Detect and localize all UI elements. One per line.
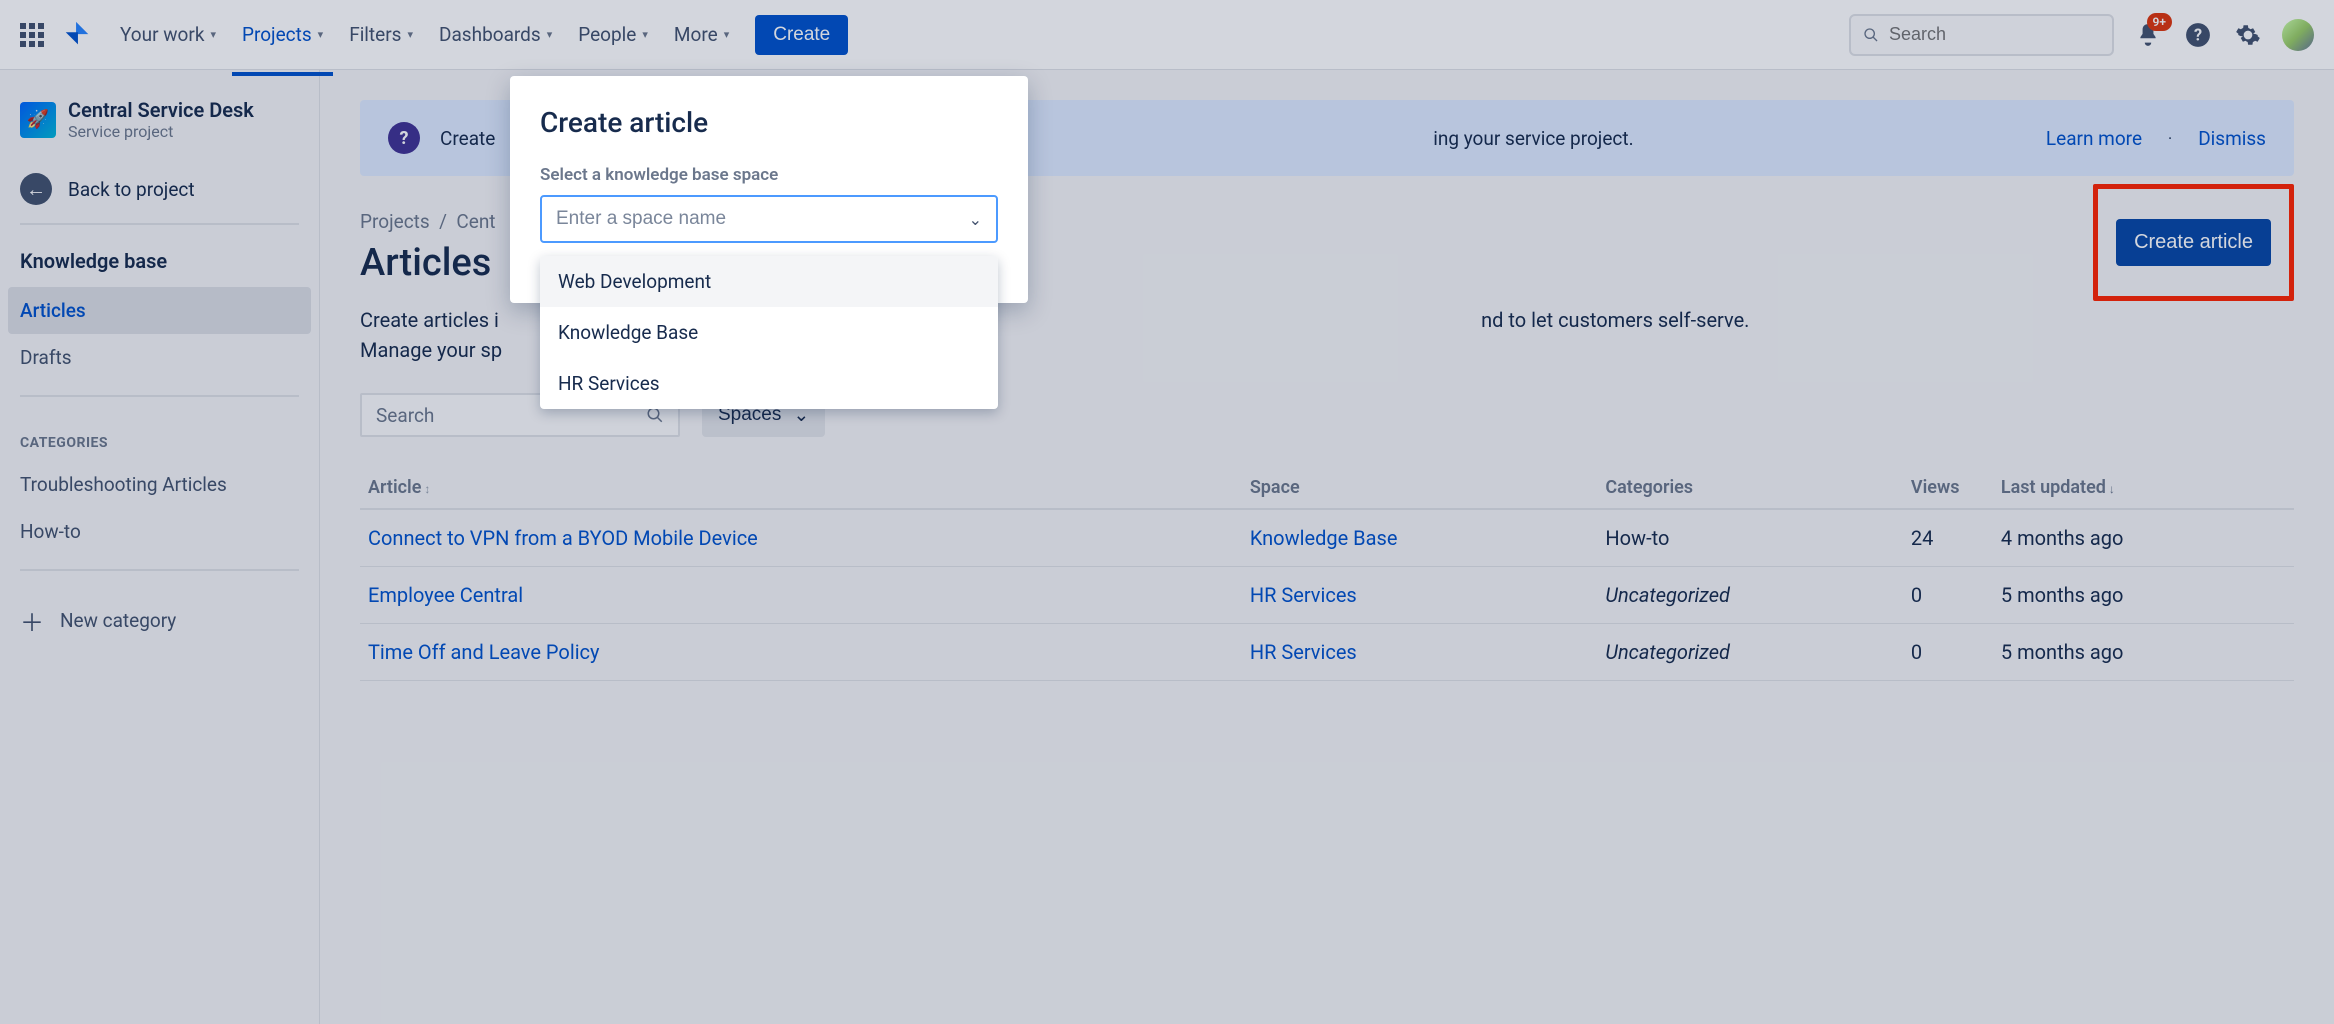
space-input[interactable] [556, 208, 969, 230]
space-dropdown: Web Development Knowledge Base HR Servic… [540, 256, 998, 409]
space-option[interactable]: HR Services [540, 358, 998, 409]
modal-scrim[interactable] [0, 0, 2334, 1024]
modal-title: Create article [540, 106, 998, 139]
chevron-down-icon: ⌄ [969, 210, 982, 229]
space-combobox[interactable]: ⌄ [540, 195, 998, 243]
create-article-modal: Create article Select a knowledge base s… [510, 76, 1028, 303]
space-option[interactable]: Knowledge Base [540, 307, 998, 358]
space-option[interactable]: Web Development [540, 256, 998, 307]
space-select-label: Select a knowledge base space [540, 165, 998, 185]
